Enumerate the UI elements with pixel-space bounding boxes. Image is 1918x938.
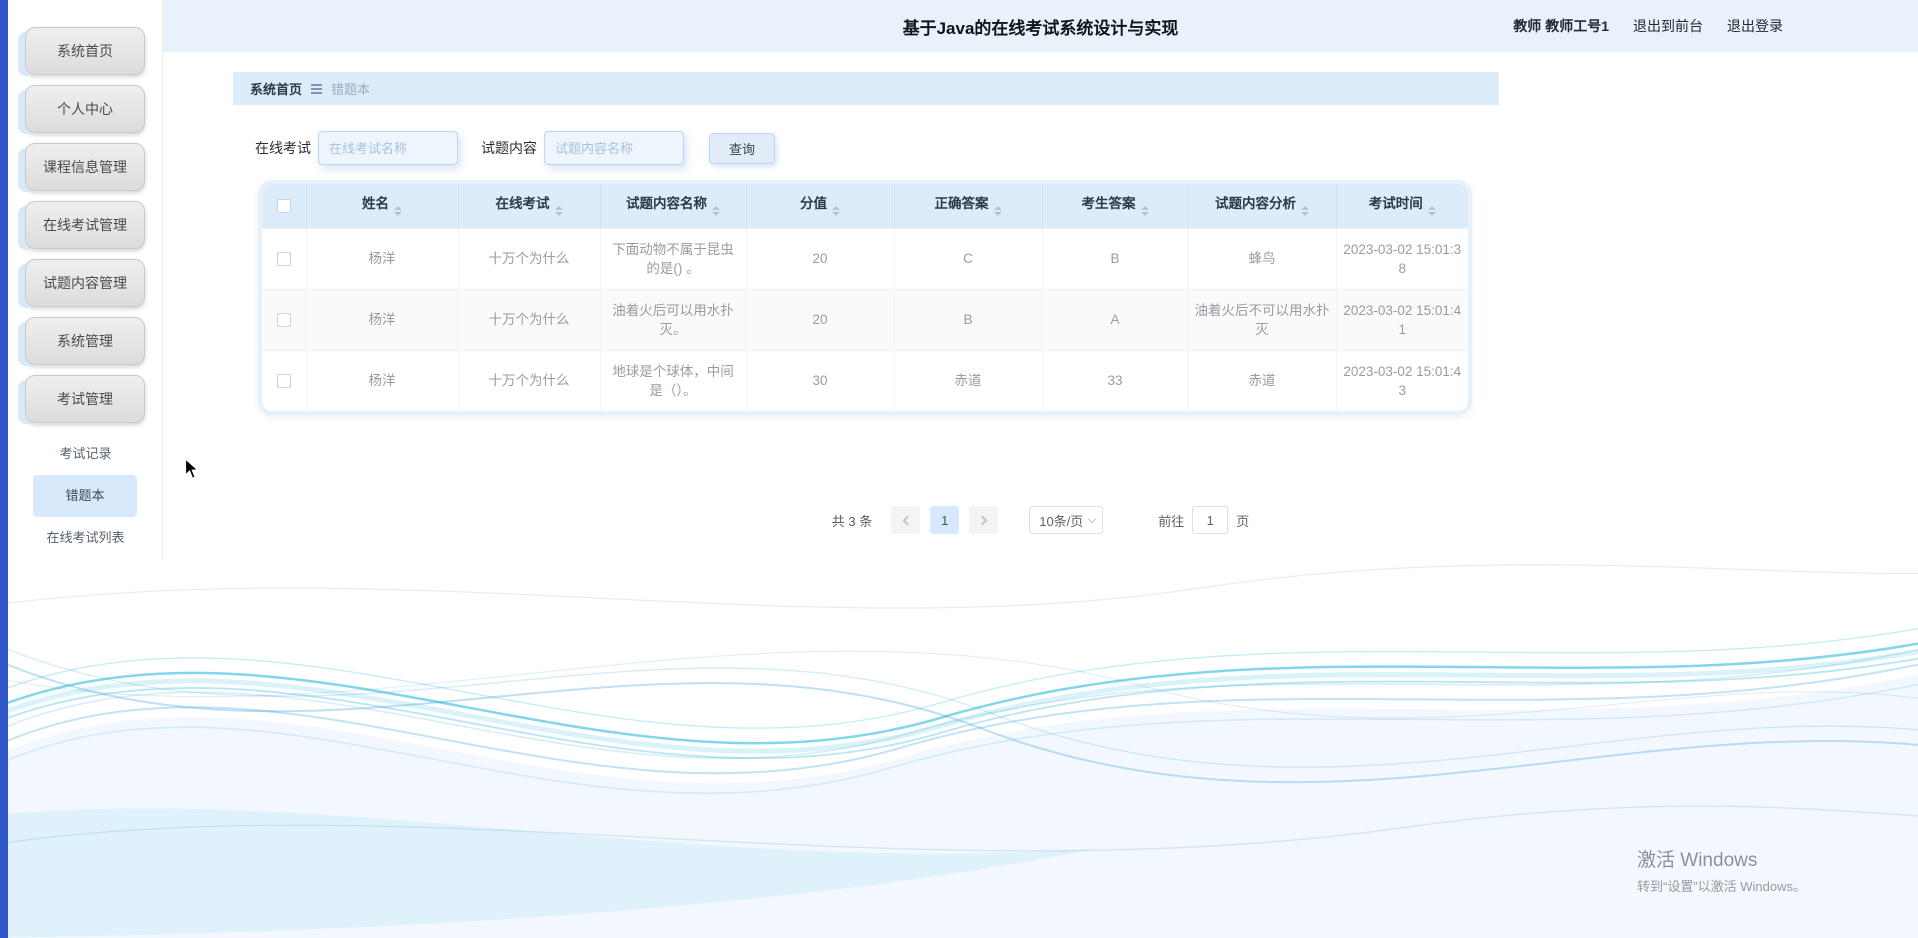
left-edge-strip <box>0 0 8 938</box>
cell-question: 油着火后可以用水扑灭。 <box>600 288 747 350</box>
sidebar: 系统首页 个人中心 课程信息管理 在线考试管理 试题内容管理 系统管理 考试管理… <box>8 0 163 560</box>
current-user-label: 教师 教师工号1 <box>1513 18 1609 34</box>
sidebar-subitem-exam-records[interactable]: 考试记录 <box>8 433 163 475</box>
sort-icon[interactable] <box>832 202 840 220</box>
cell-exam: 十万个为什么 <box>458 227 601 289</box>
table-header-row: 姓名 在线考试 试题内容名称 分值 正确答案 考生答案 试题内容分析 考试时间 <box>262 184 1468 228</box>
column-correct-answer[interactable]: 正确答案 <box>894 184 1043 228</box>
logout-link[interactable]: 退出登录 <box>1727 16 1783 36</box>
sidebar-item-home[interactable]: 系统首页 <box>25 27 145 75</box>
row-checkbox[interactable] <box>276 374 291 389</box>
sidebar-item-system-management[interactable]: 系统管理 <box>25 317 145 365</box>
sort-icon[interactable] <box>1301 202 1309 220</box>
next-page-button[interactable] <box>969 506 999 534</box>
filter-bar: 在线考试 试题内容 查询 <box>255 131 775 165</box>
breadcrumb: 系统首页 错题本 <box>233 72 1499 105</box>
watermark-line2: 转到“设置”以激活 Windows。 <box>1637 879 1807 894</box>
windows-activation-watermark: 激活 Windows 转到“设置”以激活 Windows。 <box>1637 845 1806 895</box>
question-filter-label: 试题内容 <box>481 140 537 156</box>
sort-icon[interactable] <box>712 202 720 220</box>
pagination: 共 3 条 1 10条/页 前往 页 <box>163 505 1918 535</box>
sort-icon[interactable] <box>394 202 402 220</box>
cell-exam: 十万个为什么 <box>458 349 601 411</box>
mouse-cursor <box>184 458 200 480</box>
cell-student-answer: B <box>1042 227 1189 289</box>
sort-icon[interactable] <box>1427 202 1436 220</box>
chevron-left-icon <box>902 515 913 525</box>
column-exam[interactable]: 在线考试 <box>458 184 601 228</box>
cell-correct-answer: C <box>894 227 1043 289</box>
page-number-button[interactable]: 1 <box>930 506 960 534</box>
column-question[interactable]: 试题内容名称 <box>600 184 747 228</box>
breadcrumb-home[interactable]: 系统首页 <box>250 79 302 98</box>
exam-filter-label: 在线考试 <box>255 140 311 156</box>
cell-analysis: 油着火后不可以用水扑灭 <box>1188 288 1337 350</box>
cell-score: 30 <box>746 349 895 411</box>
sidebar-subitem-online-exam-list[interactable]: 在线考试列表 <box>8 517 163 559</box>
goto-label: 前往 <box>1158 513 1185 529</box>
chevron-down-icon <box>1087 514 1097 523</box>
wrong-question-table: 姓名 在线考试 试题内容名称 分值 正确答案 考生答案 试题内容分析 考试时间 … <box>258 180 1472 415</box>
cell-question: 下面动物不属于昆虫的是() 。 <box>600 227 747 289</box>
cell-analysis: 蜂鸟 <box>1188 227 1337 289</box>
cell-score: 20 <box>746 288 895 350</box>
cell-exam-time: 2023-03-02 15:01:43 <box>1336 349 1468 411</box>
column-student-answer[interactable]: 考生答案 <box>1042 184 1189 228</box>
cell-exam-time: 2023-03-02 15:01:41 <box>1336 288 1468 350</box>
sidebar-item-question-management[interactable]: 试题内容管理 <box>25 259 145 307</box>
sidebar-item-online-exam-management[interactable]: 在线考试管理 <box>25 201 145 249</box>
cell-student-answer: A <box>1042 288 1189 350</box>
sort-icon[interactable] <box>993 202 1002 220</box>
cell-name: 杨洋 <box>306 227 459 289</box>
page-size-value: 10条/页 <box>1039 513 1084 529</box>
column-exam-time[interactable]: 考试时间 <box>1336 184 1468 228</box>
cell-name: 杨洋 <box>306 349 459 411</box>
total-count-label: 共 3 条 <box>831 513 873 529</box>
row-checkbox[interactable] <box>276 252 291 267</box>
chevron-right-icon <box>977 515 988 525</box>
column-score[interactable]: 分值 <box>746 184 895 228</box>
top-header: 基于Java的在线考试系统设计与实现 教师 教师工号1 退出到前台 退出登录 <box>163 0 1918 52</box>
page-size-select[interactable]: 10条/页 <box>1029 506 1104 534</box>
goto-page-input[interactable] <box>1192 506 1229 534</box>
column-analysis[interactable]: 试题内容分析 <box>1188 184 1337 228</box>
watermark-line1: 激活 Windows <box>1637 850 1758 871</box>
breadcrumb-separator-icon <box>311 83 323 86</box>
cell-analysis: 赤道 <box>1188 349 1337 411</box>
cell-correct-answer: B <box>894 288 1043 350</box>
breadcrumb-current: 错题本 <box>331 82 371 97</box>
cell-student-answer: 33 <box>1042 349 1189 411</box>
sidebar-subitem-wrong-question-book[interactable]: 错题本 <box>33 475 137 517</box>
cell-exam: 十万个为什么 <box>458 288 601 350</box>
prev-page-button[interactable] <box>891 506 921 534</box>
sort-icon[interactable] <box>554 202 563 220</box>
table-row: 杨洋 十万个为什么 地球是个球体，中间是（）。 30 赤道 33 赤道 2023… <box>262 349 1468 411</box>
exit-to-front-link[interactable]: 退出到前台 <box>1633 16 1703 36</box>
cell-question: 地球是个球体，中间是（）。 <box>600 349 747 411</box>
row-checkbox[interactable] <box>276 313 291 328</box>
sidebar-item-personal-center[interactable]: 个人中心 <box>25 85 145 133</box>
select-all-checkbox[interactable] <box>276 199 291 214</box>
cell-exam-time: 2023-03-02 15:01:38 <box>1336 227 1468 289</box>
table-row: 杨洋 十万个为什么 油着火后可以用水扑灭。 20 B A 油着火后不可以用水扑灭… <box>262 288 1468 350</box>
goto-suffix-label: 页 <box>1236 513 1250 529</box>
background-waves-decoration <box>0 564 1918 938</box>
cell-correct-answer: 赤道 <box>894 349 1043 411</box>
sidebar-item-exam-management[interactable]: 考试管理 <box>25 375 145 423</box>
sort-icon[interactable] <box>1140 202 1149 220</box>
query-button[interactable]: 查询 <box>709 132 775 164</box>
question-filter-input[interactable] <box>544 131 684 165</box>
sidebar-item-course-management[interactable]: 课程信息管理 <box>25 143 145 191</box>
exam-filter-input[interactable] <box>318 131 458 165</box>
table-row: 杨洋 十万个为什么 下面动物不属于昆虫的是() 。 20 C B 蜂鸟 2023… <box>262 227 1468 289</box>
column-name[interactable]: 姓名 <box>306 184 459 228</box>
cell-score: 20 <box>746 227 895 289</box>
header-actions: 教师 教师工号1 退出到前台 退出登录 <box>1513 16 1783 36</box>
page: 系统首页 个人中心 课程信息管理 在线考试管理 试题内容管理 系统管理 考试管理… <box>0 0 1918 938</box>
cell-name: 杨洋 <box>306 288 459 350</box>
